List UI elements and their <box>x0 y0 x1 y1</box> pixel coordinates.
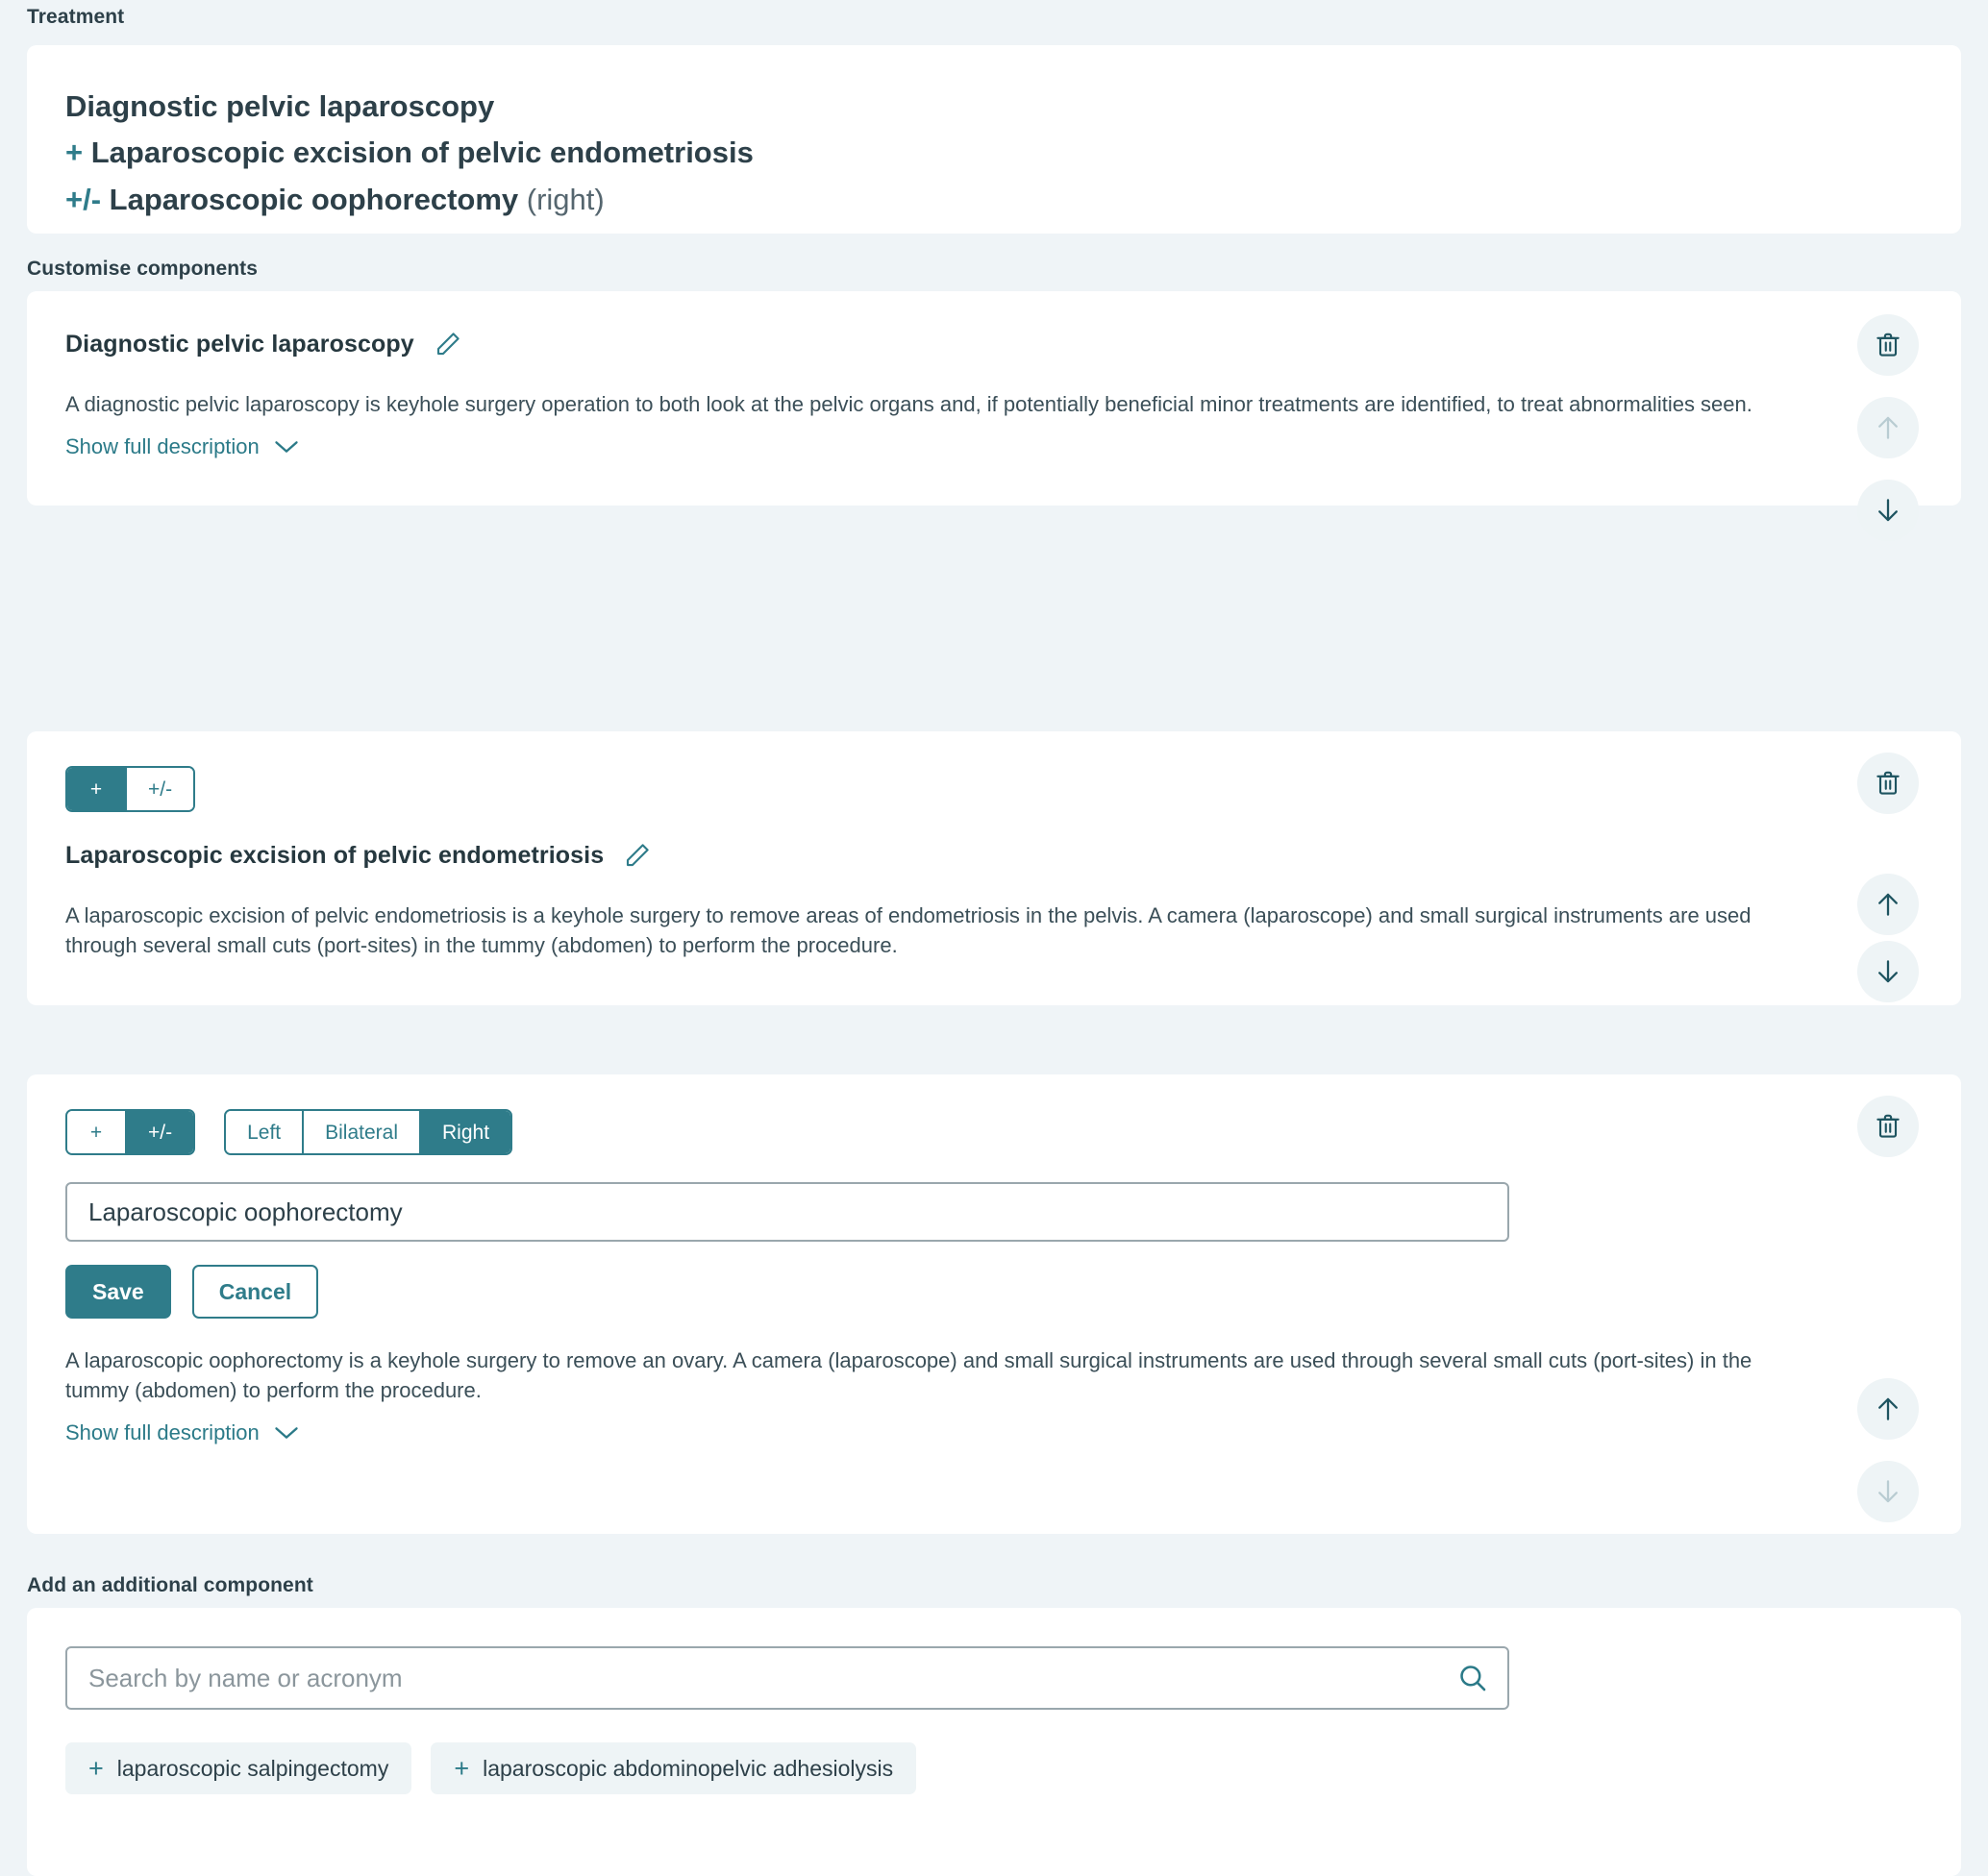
trash-icon <box>1876 771 1900 795</box>
chevron-down-icon <box>275 441 298 454</box>
move-component-up-button[interactable] <box>1857 874 1919 935</box>
summary-line-3-name: Laparoscopic oophorectomy <box>109 182 519 216</box>
show-full-description-label: Show full description <box>65 434 260 459</box>
show-full-description-toggle[interactable]: Show full description <box>65 434 300 459</box>
pencil-icon <box>436 333 460 356</box>
suggestion-chips: + laparoscopic salpingectomy + laparosco… <box>65 1742 1923 1794</box>
delete-component-button[interactable] <box>1857 314 1919 376</box>
summary-line-2-sign: + <box>65 136 84 170</box>
component-actions <box>1846 731 1932 1005</box>
edit-component-button[interactable] <box>432 328 464 360</box>
optionality-option-plus-minus[interactable]: +/- <box>127 1111 194 1153</box>
trash-icon <box>1876 1114 1900 1138</box>
optionality-option-plus[interactable]: + <box>67 1111 127 1153</box>
search-field-wrapper <box>65 1646 1509 1710</box>
component-description: A laparoscopic excision of pelvic endome… <box>65 903 1752 958</box>
component-title: Laparoscopic excision of pelvic endometr… <box>65 841 605 869</box>
arrow-up-icon <box>1878 1397 1898 1420</box>
suggestion-chip-laparoscopic-salpingectomy[interactable]: + laparoscopic salpingectomy <box>65 1742 412 1794</box>
treatment-summary-card: Diagnostic pelvic laparoscopy + Laparosc… <box>27 45 1961 234</box>
component-toggle-row: + +/- <box>65 766 1788 812</box>
laterality-option-right[interactable]: Right <box>421 1111 511 1153</box>
summary-line-3-sign: +/- <box>65 182 102 216</box>
move-component-down-button[interactable] <box>1857 480 1919 541</box>
plus-icon: + <box>88 1753 104 1783</box>
summary-line-1-name: Diagnostic pelvic laparoscopy <box>65 89 495 123</box>
arrow-down-icon <box>1878 1480 1898 1503</box>
summary-line-2-name: Laparoscopic excision of pelvic endometr… <box>90 136 754 170</box>
arrow-up-icon <box>1878 416 1898 439</box>
treatment-components-page: Treatment Diagnostic pelvic laparoscopy … <box>0 0 1988 1876</box>
trash-icon <box>1876 333 1900 357</box>
edit-form-buttons: Save Cancel <box>65 1265 1788 1319</box>
delete-component-button[interactable] <box>1857 1096 1919 1157</box>
optionality-segmented-control: + +/- <box>65 1109 196 1155</box>
component-title-row: Diagnostic pelvic laparoscopy <box>65 328 1788 360</box>
chevron-down-icon <box>275 1427 298 1440</box>
save-button[interactable]: Save <box>65 1265 171 1319</box>
component-card-laparoscopic-excision-of-pelvic-endometriosis: + +/- Laparoscopic excision of pelvic en… <box>27 731 1961 1005</box>
summary-line-3: +/- Laparoscopic oophorectomy (right) <box>65 177 1923 223</box>
optionality-option-plus[interactable]: + <box>67 768 127 810</box>
suggestion-chip-label: laparoscopic salpingectomy <box>116 1755 389 1781</box>
summary-line-1: Diagnostic pelvic laparoscopy <box>65 84 1923 130</box>
component-title-row: Laparoscopic excision of pelvic endometr… <box>65 839 1788 872</box>
magnifier-icon <box>1460 1666 1486 1691</box>
suggestion-chip-laparoscopic-abdominopelvic-adhesiolysis[interactable]: + laparoscopic abdominopelvic adhesiolys… <box>431 1742 917 1794</box>
search-icon[interactable] <box>1455 1661 1490 1695</box>
move-component-up-button[interactable] <box>1857 397 1919 458</box>
component-name-input[interactable] <box>65 1182 1509 1242</box>
show-full-description-toggle[interactable]: Show full description <box>65 1420 300 1445</box>
edit-component-button[interactable] <box>621 839 654 872</box>
laterality-option-bilateral[interactable]: Bilateral <box>304 1111 421 1153</box>
component-toggle-row: + +/- Left Bilateral Right <box>65 1109 1788 1155</box>
component-card-diagnostic-pelvic-laparoscopy: Diagnostic pelvic laparoscopy A diagnost… <box>27 291 1961 541</box>
arrow-down-icon <box>1878 960 1898 983</box>
customise-components-label: Customise components <box>27 258 259 280</box>
move-component-down-button[interactable] <box>1857 1461 1919 1522</box>
optionality-option-plus-minus[interactable]: +/- <box>127 768 194 810</box>
arrow-up-icon <box>1878 893 1898 916</box>
pencil-icon <box>627 844 649 867</box>
search-input[interactable] <box>65 1646 1509 1710</box>
cancel-button[interactable]: Cancel <box>191 1265 319 1319</box>
component-description: A diagnostic pelvic laparoscopy is keyho… <box>65 392 1752 416</box>
laterality-segmented-control: Left Bilateral Right <box>224 1109 513 1155</box>
move-component-up-button[interactable] <box>1857 1378 1919 1440</box>
component-title: Diagnostic pelvic laparoscopy <box>65 330 414 358</box>
component-card-laparoscopic-oophorectomy: + +/- Left Bilateral Right Save Cancel A… <box>27 1074 1961 1534</box>
treatment-section-label: Treatment <box>27 6 125 28</box>
laterality-option-left[interactable]: Left <box>226 1111 305 1153</box>
summary-line-3-note: (right) <box>526 182 605 216</box>
component-description: A laparoscopic oophorectomy is a keyhole… <box>65 1348 1752 1403</box>
arrow-down-icon <box>1878 499 1898 522</box>
suggestion-chip-label: laparoscopic abdominopelvic adhesiolysis <box>483 1755 894 1781</box>
plus-icon: + <box>454 1753 470 1783</box>
component-actions <box>1846 291 1932 541</box>
show-full-description-label: Show full description <box>65 1420 260 1445</box>
optionality-segmented-control: + +/- <box>65 766 196 812</box>
summary-line-2: + Laparoscopic excision of pelvic endome… <box>65 130 1923 176</box>
delete-component-button[interactable] <box>1857 753 1919 814</box>
component-actions <box>1846 1074 1932 1534</box>
add-component-card: + laparoscopic salpingectomy + laparosco… <box>27 1608 1961 1876</box>
add-additional-component-label: Add an additional component <box>27 1574 313 1596</box>
move-component-down-button[interactable] <box>1857 941 1919 1002</box>
